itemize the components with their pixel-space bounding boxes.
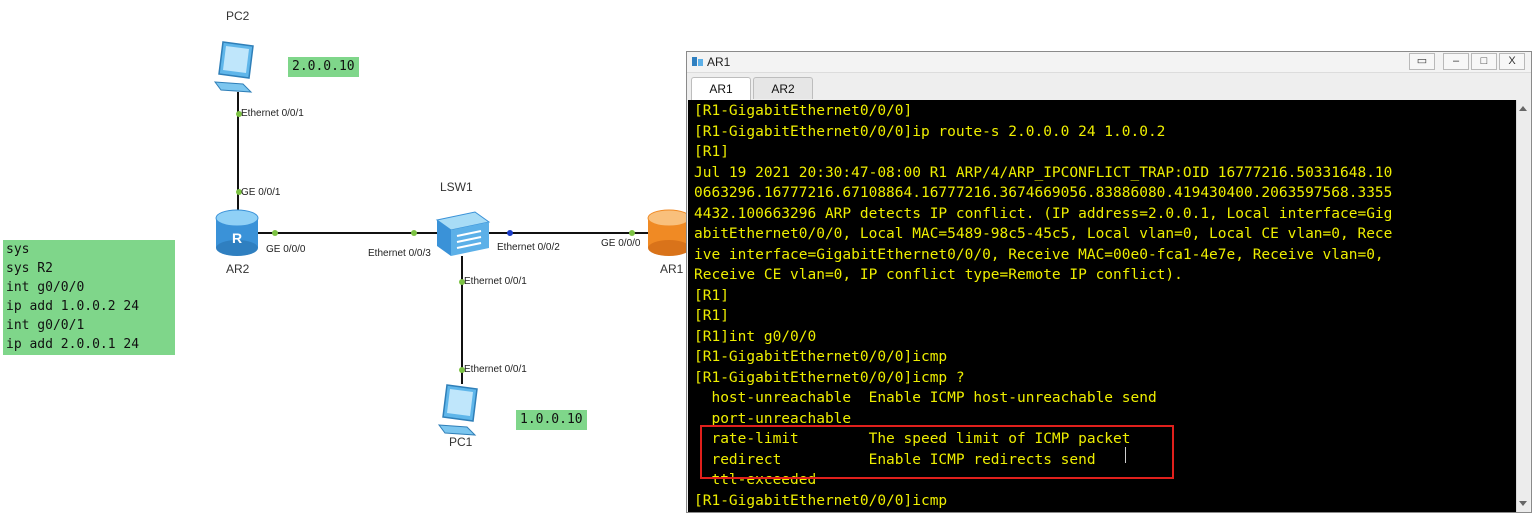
terminal-line: abitEthernet0/0/0, Local MAC=5489-98c5-4…	[694, 226, 1393, 242]
tab-ar1[interactable]: AR1	[691, 77, 751, 100]
port-label: GE 0/0/0	[601, 238, 641, 249]
maximize-button[interactable]: □	[1471, 53, 1497, 70]
port-label: GE 0/0/0	[266, 244, 306, 255]
vertical-scrollbar[interactable]	[1516, 100, 1530, 512]
port-label: Ethernet 0/0/1	[464, 276, 527, 287]
terminal-line: [R1]	[694, 308, 729, 324]
terminal-line: [R1-GigabitEthernet0/0/0]icmp ?	[694, 369, 965, 386]
minimize-button[interactable]: –	[1443, 53, 1469, 70]
terminal-line: 0663296.16777216.67108864.16777216.36746…	[694, 185, 1393, 201]
config-line: sys	[6, 242, 30, 257]
terminal-line: [R1-GigabitEthernet0/0/0]ip route-s 2.0.…	[694, 123, 1166, 140]
device-name-lsw1: LSW1	[440, 180, 473, 194]
app-icon	[692, 57, 703, 66]
port-label: Ethernet 0/0/1	[241, 108, 304, 119]
title-bar[interactable]: AR1 ▭ – □ X	[687, 52, 1531, 73]
terminal-line: [R1]	[694, 287, 729, 304]
terminal-line: [R1-GigabitEthernet0/0/0]icmp	[694, 492, 948, 509]
port-dot	[411, 230, 417, 236]
port-dot	[629, 230, 635, 236]
terminal-line: 4432.100663296 ARP detects IP conflict. …	[694, 205, 1393, 222]
scroll-up-icon[interactable]	[1519, 106, 1527, 111]
text-cursor	[1125, 447, 1126, 463]
config-note: sys sys R2 int g0/0/0 ip add 1.0.0.2 24 …	[3, 240, 175, 355]
device-name-ar2: AR2	[226, 262, 250, 276]
device-name-pc1: PC1	[449, 435, 473, 449]
device-name-pc2: PC2	[226, 9, 250, 23]
port-dot	[507, 230, 513, 236]
terminal-line: [R1]	[694, 144, 729, 160]
terminal-line: Receive CE vlan=0, IP conflict type=Remo…	[694, 267, 1183, 283]
window-title: AR1	[707, 55, 731, 69]
port-label: Ethernet 0/0/3	[368, 248, 431, 259]
terminal-line: host-unreachable Enable ICMP host-unreac…	[694, 390, 1157, 406]
port-dot	[272, 230, 278, 236]
router-icon	[647, 209, 686, 256]
tab-bar: AR1 AR2	[687, 73, 1531, 100]
highlight-box	[700, 425, 1174, 479]
port-label: Ethernet 0/0/2	[497, 242, 560, 253]
close-button[interactable]: X	[1499, 53, 1525, 70]
port-label: GE 0/0/1	[241, 187, 281, 198]
scroll-down-icon[interactable]	[1519, 501, 1527, 506]
ip-label-pc2: 2.0.0.10	[288, 57, 359, 77]
router-icon: R	[215, 209, 259, 256]
pc-icon	[213, 41, 254, 93]
config-line: int g0/0/1	[6, 318, 85, 333]
terminal-line: [R1]int g0/0/0	[694, 328, 817, 345]
switch-icon	[435, 211, 491, 256]
tab-ar2[interactable]: AR2	[753, 77, 813, 99]
terminal-line: ive interface=GigabitEthernet0/0/0, Rece…	[694, 246, 1384, 263]
config-line: ip add 1.0.0.2 24	[6, 299, 140, 314]
terminal-line: [R1-GigabitEthernet0/0/0]	[694, 103, 913, 119]
terminal-line: [R1-GigabitEthernet0/0/0]icmp	[694, 349, 948, 365]
svg-text:R: R	[232, 230, 242, 246]
restore-button[interactable]: ▭	[1409, 53, 1435, 70]
device-name-ar1: AR1	[660, 262, 684, 276]
config-line: int g0/0/0	[6, 280, 85, 295]
ip-label-pc1: 1.0.0.10	[516, 410, 587, 430]
terminal-line: Jul 19 2021 20:30:47-08:00 R1 ARP/4/ARP_…	[694, 164, 1393, 181]
config-line: sys R2	[6, 261, 53, 276]
pc-icon	[437, 384, 478, 436]
port-label: Ethernet 0/0/1	[464, 364, 527, 375]
config-line: ip add 2.0.0.1 24	[6, 337, 140, 352]
